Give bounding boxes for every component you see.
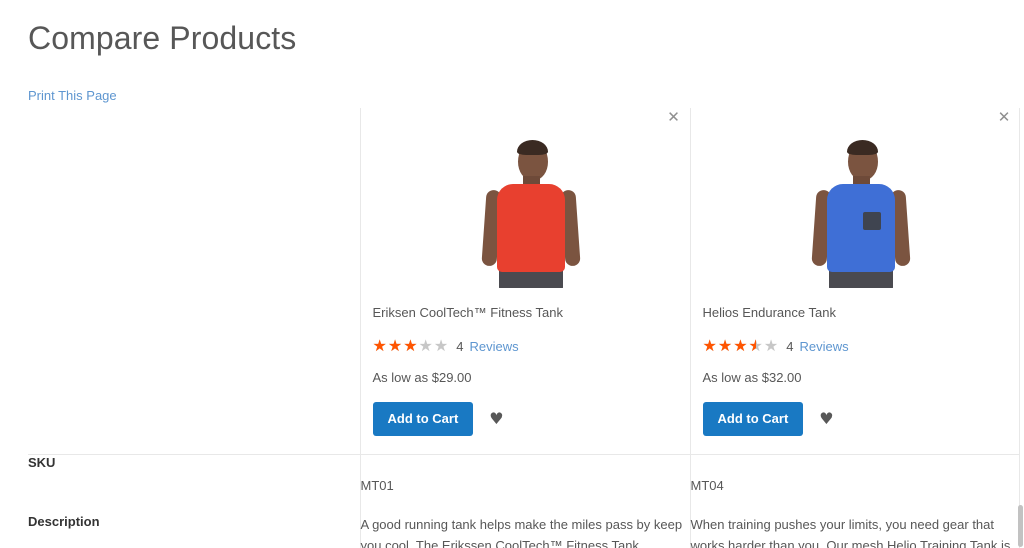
model-tank-top <box>827 184 896 272</box>
table-row-description: Description A good running tank helps ma… <box>28 514 1020 548</box>
model-illustration <box>768 136 954 288</box>
product-price-1: As low as $32.00 <box>702 370 802 385</box>
model-tank-top <box>497 184 565 272</box>
close-icon[interactable]: ✕ <box>664 108 684 128</box>
attribute-label-description: Description <box>28 514 100 529</box>
product-price-0: As low as $29.00 <box>372 370 472 385</box>
heart-icon[interactable]: ♥ <box>819 411 833 427</box>
star-rating-0: ★★★★★ ★★★★★ <box>373 338 450 354</box>
reviews-link-1[interactable]: Reviews <box>799 339 848 354</box>
reviews-link-0[interactable]: Reviews <box>469 339 518 354</box>
close-icon[interactable]: ✕ <box>994 108 1014 128</box>
product-image-1[interactable] <box>768 136 954 288</box>
model-hair <box>847 140 879 155</box>
scrollbar-thumb[interactable] <box>1018 505 1023 547</box>
table-row-sku: SKU MT01 MT04 <box>28 454 1020 514</box>
attribute-value-description-0: A good running tank helps make the miles… <box>359 514 690 548</box>
product-name-1[interactable]: Helios Endurance Tank <box>703 304 1021 322</box>
product-cell-0: ✕ Eriksen CoolTech™ Fitness Tank ★★★★★ ★… <box>359 108 690 455</box>
review-count-0: 4 <box>456 338 464 354</box>
product-actions-0: Add to Cart ♥ <box>372 402 690 436</box>
print-this-page-link[interactable]: Print This Page <box>28 88 117 104</box>
star-rating-1: ★★★★★ ★★★★★ <box>703 338 780 354</box>
model-chest-pocket <box>863 212 882 230</box>
attribute-value-sku-0: MT01 <box>359 454 690 514</box>
rating-row-1: ★★★★★ ★★★★★ 4 Reviews <box>703 338 1021 354</box>
attribute-value-description-1: When training pushes your limits, you ne… <box>689 514 1020 548</box>
review-count-1: 4 <box>786 338 794 354</box>
model-illustration <box>438 136 624 288</box>
product-cell-1: ✕ Helios Endurance Tank ★★★★★ ★★★ 4 Revi… <box>689 108 1021 455</box>
rating-row-0: ★★★★★ ★★★★★ 4 Reviews <box>373 338 690 354</box>
add-to-cart-button-0[interactable]: Add to Cart <box>372 402 474 436</box>
product-header-row: ✕ Eriksen CoolTech™ Fitness Tank ★★★★★ ★… <box>28 108 1020 455</box>
comparison-table: ✕ Eriksen CoolTech™ Fitness Tank ★★★★★ ★… <box>28 108 1020 548</box>
stars-filled: ★★★★★ <box>702 338 757 354</box>
attribute-label-sku: SKU <box>28 454 360 514</box>
empty-corner-cell <box>28 108 360 455</box>
page-scrollbar[interactable] <box>1018 0 1024 548</box>
heart-icon[interactable]: ♥ <box>489 411 503 427</box>
product-actions-1: Add to Cart ♥ <box>702 402 1021 436</box>
model-hair <box>517 140 548 155</box>
page-title: Compare Products <box>28 20 297 56</box>
product-name-0[interactable]: Eriksen CoolTech™ Fitness Tank <box>373 304 690 322</box>
compare-products-page: Compare Products Print This Page ✕ Eriks… <box>0 0 1024 548</box>
stars-filled: ★★★★★ <box>372 338 419 354</box>
attribute-value-sku-1: MT04 <box>689 454 1020 514</box>
add-to-cart-button-1[interactable]: Add to Cart <box>702 402 804 436</box>
product-image-0[interactable] <box>438 136 624 288</box>
